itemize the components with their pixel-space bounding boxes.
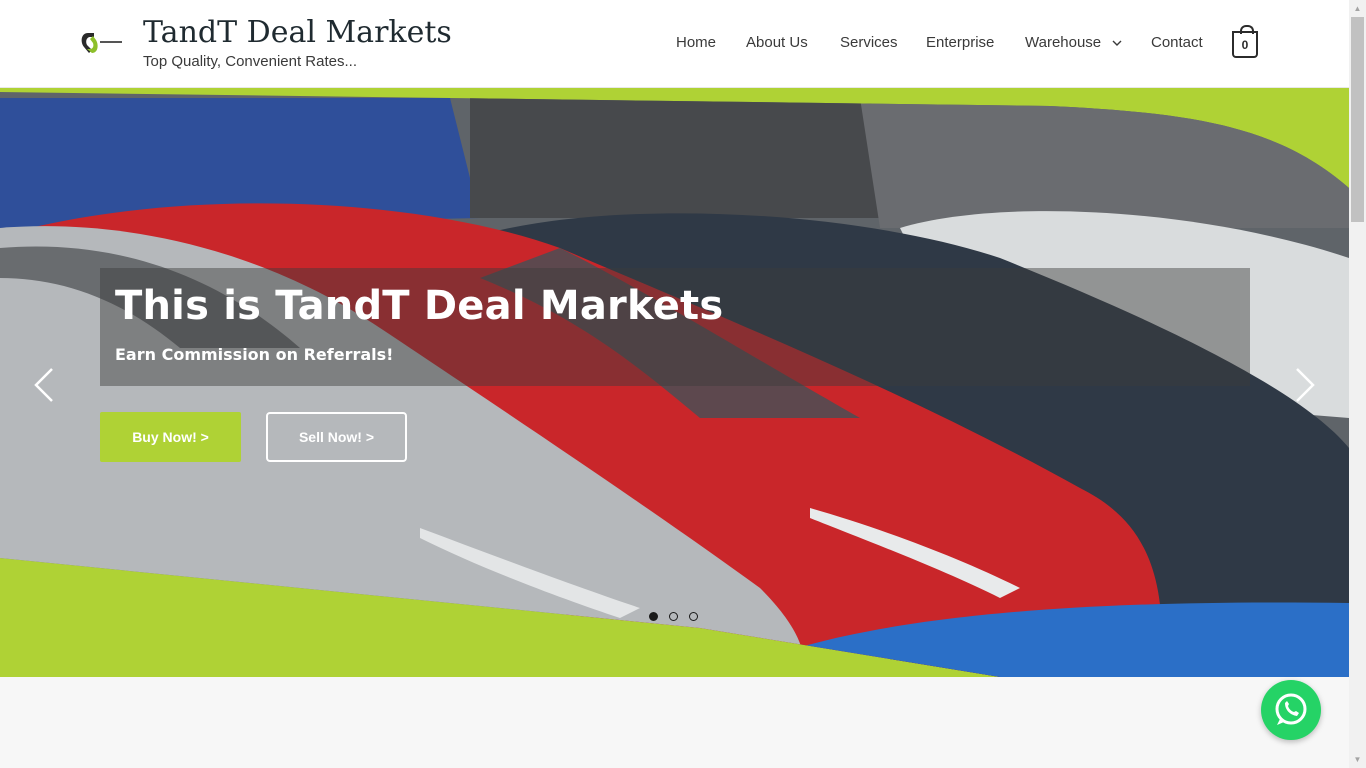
nav-item-enterprise[interactable]: Enterprise [926, 34, 994, 51]
site-tagline: Top Quality, Convenient Rates... [143, 53, 357, 70]
nav-item-about-us[interactable]: About Us [746, 34, 808, 51]
cart-count: 0 [1241, 38, 1249, 52]
site-title[interactable]: TandT Deal Markets [143, 15, 452, 50]
scroll-down-icon[interactable]: ▼ [1349, 751, 1366, 768]
hero-title: This is TandT Deal Markets [115, 283, 724, 329]
hero-subtitle: Earn Commission on Referrals! [115, 345, 394, 364]
scroll-thumb[interactable] [1351, 17, 1364, 222]
nav-item-home[interactable]: Home [676, 34, 716, 51]
nav-item-contact[interactable]: Contact [1151, 34, 1203, 51]
cart-bag-icon [1240, 25, 1254, 34]
nav-item-warehouse[interactable]: Warehouse [1025, 34, 1101, 51]
cart-button[interactable]: 0 [1232, 25, 1258, 58]
scroll-up-icon[interactable]: ▲ [1349, 0, 1366, 17]
site-logo-icon[interactable] [78, 30, 126, 56]
whatsapp-chat-button[interactable] [1261, 680, 1321, 740]
sell-now-button[interactable]: Sell Now! > [266, 412, 407, 462]
slider-dot-2[interactable] [669, 612, 678, 621]
buy-now-button[interactable]: Buy Now! > [100, 412, 241, 462]
slider-dot-1[interactable] [649, 612, 658, 621]
slider-dot-3[interactable] [689, 612, 698, 621]
slider-next-arrow-icon[interactable] [1293, 365, 1317, 405]
whatsapp-icon [1275, 693, 1307, 725]
site-header: TandT Deal Markets Top Quality, Convenie… [0, 0, 1349, 88]
chevron-down-icon[interactable] [1112, 39, 1122, 47]
nav-item-services[interactable]: Services [840, 34, 898, 51]
slider-prev-arrow-icon[interactable] [32, 365, 56, 405]
hero-slider: This is TandT Deal Markets Earn Commissi… [0, 88, 1349, 677]
